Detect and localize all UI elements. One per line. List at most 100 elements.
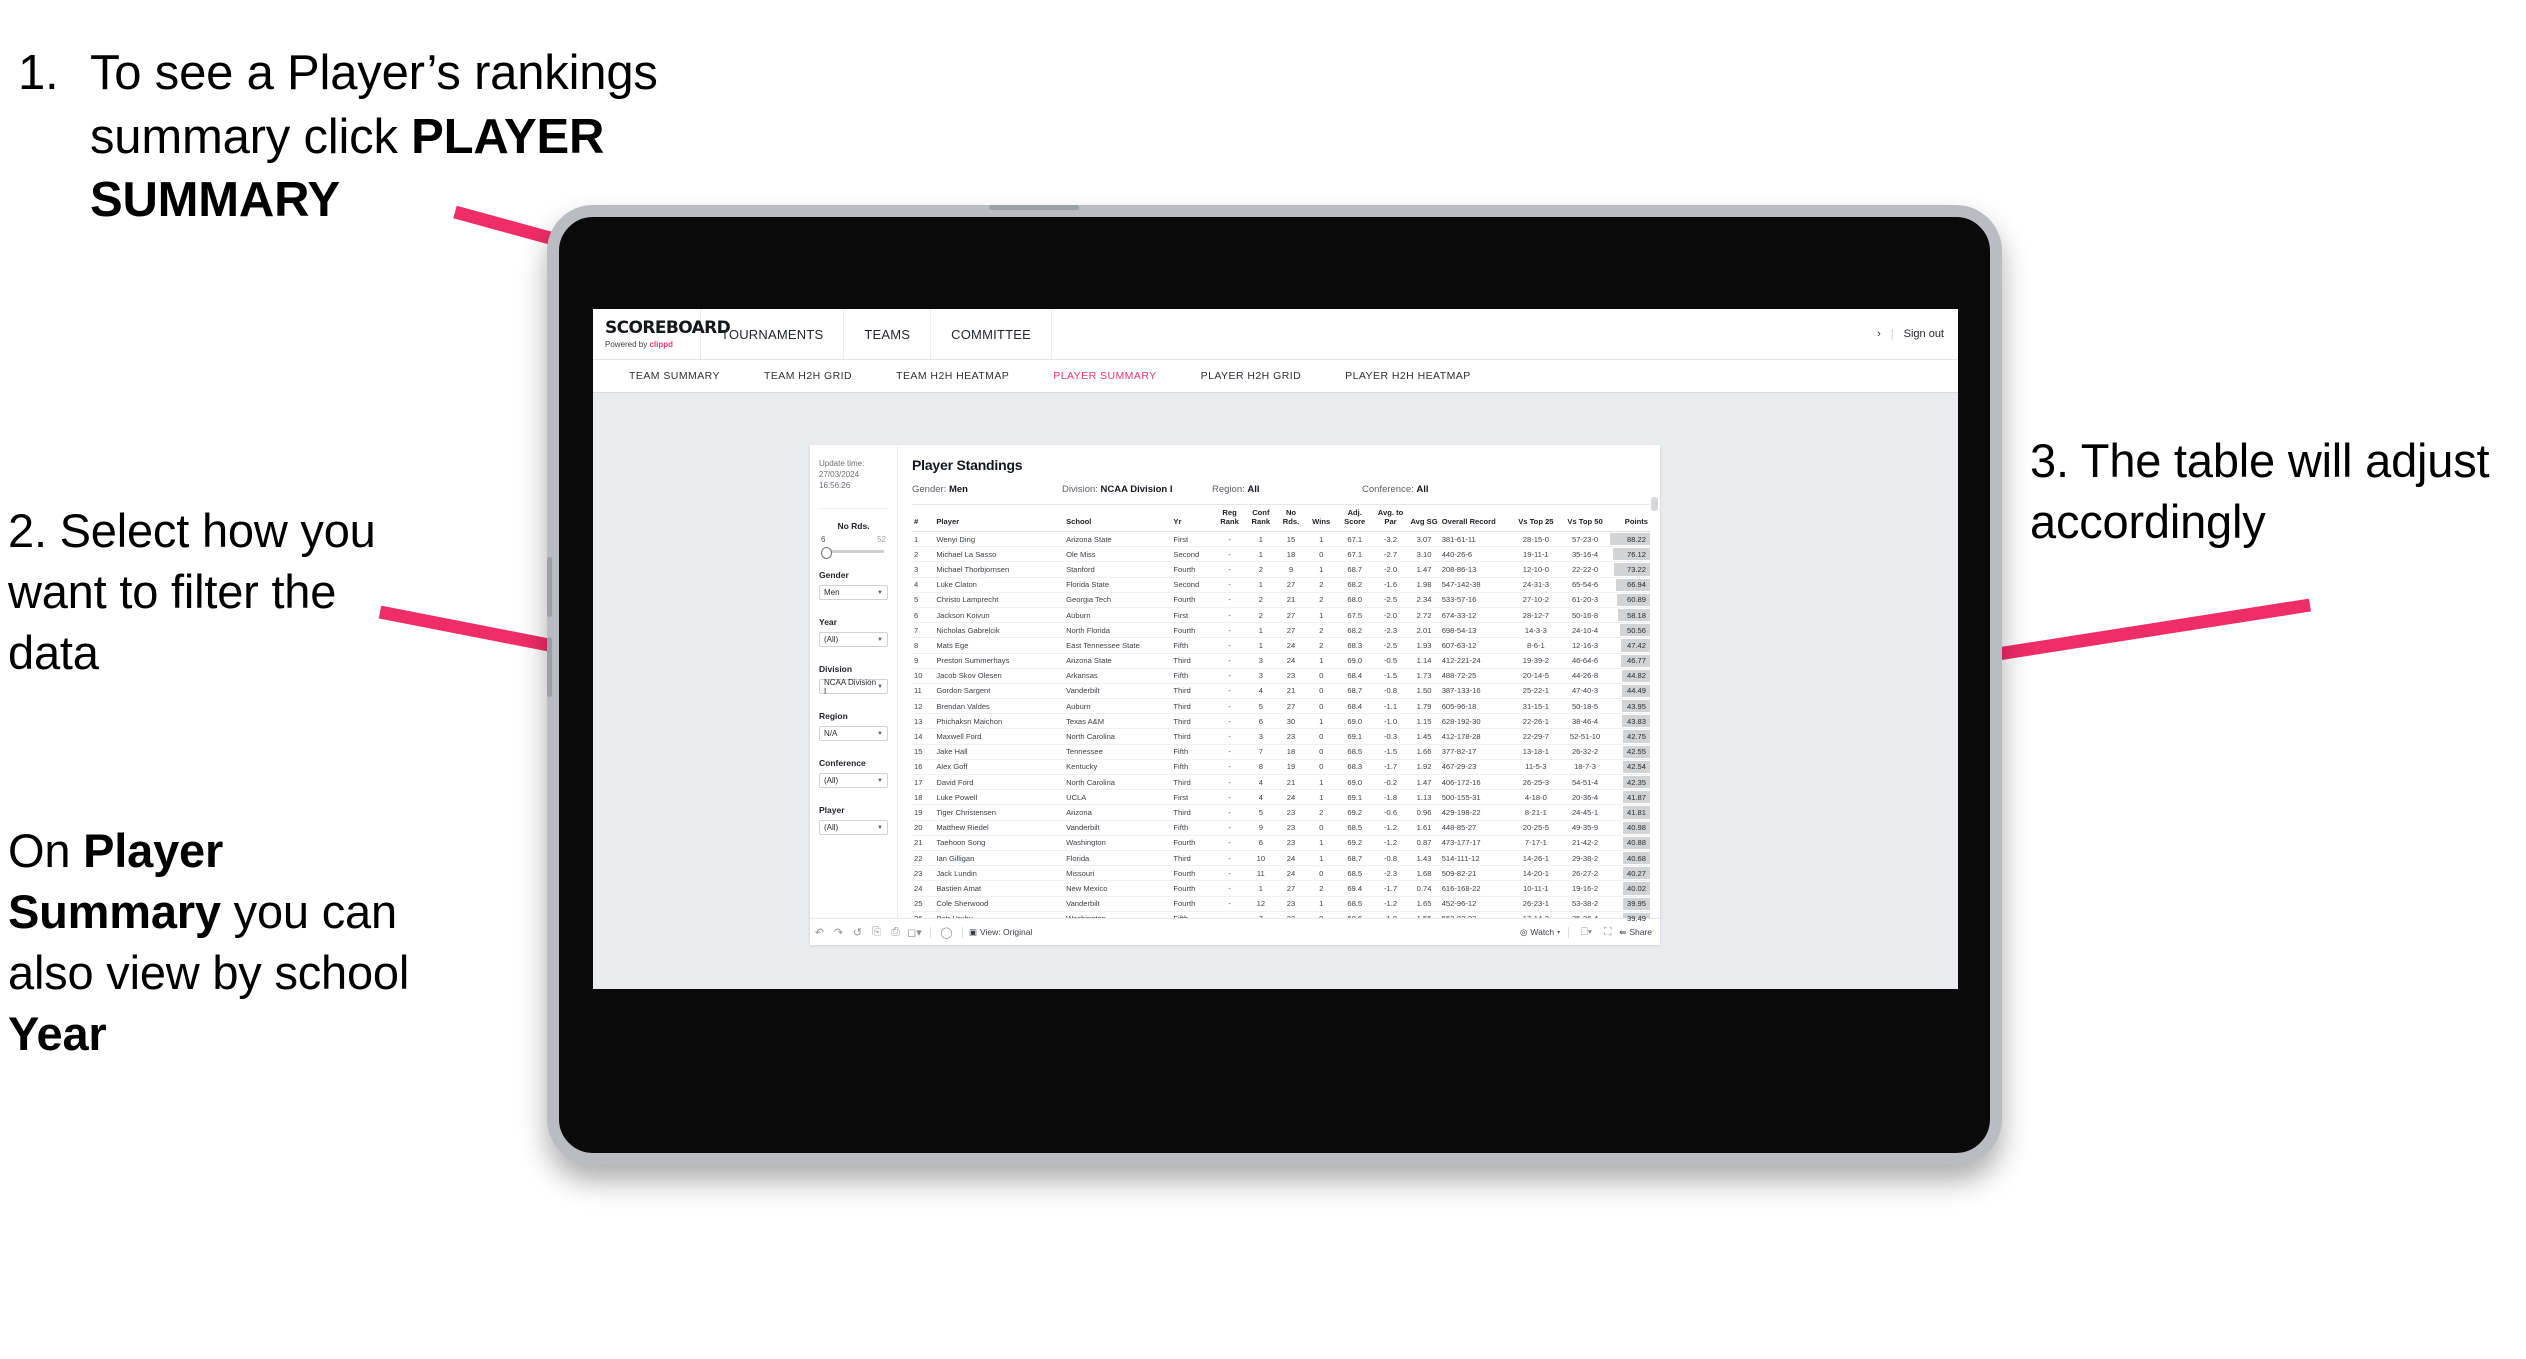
cell-reg: -: [1213, 606, 1246, 623]
col-adj-score[interactable]: Adj. Score: [1336, 505, 1373, 532]
nav-item-committee[interactable]: COMMITTEE: [931, 309, 1052, 359]
redo-icon[interactable]: ↷: [829, 926, 848, 939]
table-row[interactable]: 14 Maxwell Ford North Carolina Third -3 23 0 69…: [912, 728, 1650, 745]
slider-handle[interactable]: [821, 546, 832, 559]
table-row[interactable]: 15 Jake Hall Tennessee Fifth -7 18 0 68.5 -1.5 1.…: [912, 743, 1650, 760]
table-row[interactable]: 24 Bastien Amat New Mexico Fourth -1 27 2 69.4-…: [912, 880, 1650, 896]
filter-conference-select[interactable]: (All) ▼: [819, 773, 888, 789]
cell-adj: 68.5: [1336, 895, 1373, 912]
cell-wins: 1: [1305, 606, 1337, 623]
cell-player: Maxwell Ford: [934, 728, 1065, 745]
pause-icon[interactable]: ⎙: [886, 926, 905, 939]
cell-points: 40.98: [1609, 819, 1650, 836]
share-button[interactable]: ⇚ Share: [1619, 927, 1652, 938]
table-row[interactable]: 5 Christo Lamprecht Georgia Tech Fourth -2 21…: [912, 591, 1650, 608]
cell-record: 628-192-30: [1439, 713, 1512, 729]
table-row[interactable]: 25 Cole Sherwood Vanderbilt Fourth -12 23 1 68.…: [912, 895, 1650, 912]
filter-year-select[interactable]: (All) ▼: [819, 632, 888, 648]
table-row[interactable]: 2 Michael La Sasso Ole Miss Second -1 18 0 67.1…: [912, 546, 1650, 562]
cell-rds: 23: [1276, 728, 1306, 745]
table-row[interactable]: 10 Jacob Skov Olesen Arkansas Fifth -3 23 0 68.…: [912, 667, 1650, 684]
cell-conf: 10: [1245, 849, 1277, 866]
view-original-button[interactable]: ▣ View: Original: [969, 927, 1032, 938]
nav-item-teams[interactable]: TEAMS: [844, 309, 932, 359]
slider-values: 6 52: [819, 535, 888, 544]
table-row[interactable]: 4 Luke Claton Florida State Second -1 27 2 68.2…: [912, 576, 1650, 593]
refresh-icon[interactable]: ⎘: [867, 926, 886, 939]
col-vs-top-50[interactable]: Vs Top 50: [1560, 505, 1610, 532]
filter-region-select[interactable]: N/A ▼: [819, 726, 888, 742]
col-wins[interactable]: Wins: [1305, 505, 1337, 532]
table-vertical-scrollbar[interactable]: [1651, 497, 1658, 511]
table-row[interactable]: 13 Phichaksn Maichon Texas A&M Third -6 30 1 69…: [912, 713, 1650, 729]
table-row[interactable]: 6 Jackson Koivun Auburn First -2 27 1 67.5 -2.0 2…: [912, 606, 1650, 623]
tab-player-h2h-heatmap[interactable]: PLAYER H2H HEATMAP: [1323, 370, 1493, 382]
table-row[interactable]: 22 Ian Gilligan Florida Third -10 24 1 68.7 -0.8…: [912, 849, 1650, 866]
cell-reg: -: [1213, 743, 1246, 760]
table-row[interactable]: 20 Matthew Riedel Vanderbilt Fifth -9 23 0 68.5…: [912, 819, 1650, 836]
tab-team-summary[interactable]: TEAM SUMMARY: [607, 370, 742, 382]
meta-gender-label: Gender:: [912, 484, 947, 495]
table-row[interactable]: 17 David Ford North Carolina Third -4 21 1 69.0…: [912, 773, 1650, 790]
col-avg-to-par[interactable]: Avg. to Par: [1372, 505, 1409, 532]
table-row[interactable]: 8 Mats Ege East Tennessee State Fifth -1 24 2 6…: [912, 637, 1650, 653]
cell-t50: 38-46-4: [1560, 713, 1610, 729]
table-row[interactable]: 7 Nicholas Gabrelcik North Florida Fourth -1…: [912, 622, 1650, 638]
col-overall-record[interactable]: Overall Record: [1439, 505, 1512, 532]
col-player[interactable]: Player: [934, 505, 1065, 532]
filter-player-select[interactable]: (All) ▼: [819, 820, 888, 836]
brand-logo[interactable]: SCOREBOARD Powered by clippd: [593, 309, 731, 359]
col-rank[interactable]: #: [912, 505, 935, 532]
fullscreen-icon[interactable]: ⛶: [1598, 926, 1617, 939]
table-row[interactable]: 18 Luke Powell UCLA First -4 24 1 69.1 -1.8 1.13 5…: [912, 789, 1650, 805]
table-row[interactable]: 3 Michael Thorbjornsen Stanford Fourth -2 9 1 6…: [912, 561, 1650, 578]
tab-player-summary[interactable]: PLAYER SUMMARY: [1031, 370, 1178, 382]
table-row[interactable]: 16 Alex Goff Kentucky Fifth -8 19 0 68.3 -1.7 1.9…: [912, 758, 1650, 775]
filter-division-select[interactable]: NCAA Division I ▼: [819, 678, 888, 696]
col-conf-rank[interactable]: Conf Rank: [1245, 505, 1277, 532]
cell-t25: 22-26-1: [1511, 713, 1561, 729]
chevron-down-icon: ▼: [877, 589, 883, 596]
undo-icon[interactable]: ↶: [810, 926, 829, 939]
alerts-icon[interactable]: ◻▾: [905, 926, 924, 939]
table-row[interactable]: 21 Taehoon Song Washington Fourth -6 23 1 69.2-…: [912, 834, 1650, 851]
table-row[interactable]: 23 Jack Lundin Missouri Fourth -11 24 0 68.5 -2.…: [912, 865, 1650, 881]
col-vs-top-25[interactable]: Vs Top 25: [1511, 505, 1561, 532]
col-no-rds[interactable]: No Rds.: [1276, 505, 1306, 532]
col-points[interactable]: Points: [1609, 505, 1650, 532]
download-icon[interactable]: ⎕▾: [1577, 926, 1596, 939]
col-reg-rank[interactable]: Reg Rank: [1213, 505, 1246, 532]
cell-wins: 0: [1305, 743, 1337, 760]
table-row[interactable]: 11 Gordon Sargent Vanderbilt Third -4 21 0 68.7…: [912, 682, 1650, 699]
nav-item-tournaments[interactable]: TOURNAMENTS: [701, 309, 845, 359]
tab-team-h2h-heatmap[interactable]: TEAM H2H HEATMAP: [874, 370, 1031, 382]
slider-track[interactable]: [821, 546, 884, 559]
table-row[interactable]: 1 Wenyi Ding Arizona State First -1 15 1 67.1 -3…: [912, 530, 1650, 547]
table-row[interactable]: 19 Tiger Christensen Arizona Third -5 23 2 69.2…: [912, 804, 1650, 821]
sign-out-link[interactable]: Sign out: [1904, 328, 1944, 340]
cell-player: Ian Gilligan: [934, 849, 1065, 866]
cell-rds: 23: [1276, 834, 1306, 851]
table-row[interactable]: 12 Brendan Valdes Auburn Third -5 27 0 68.4 -1.1…: [912, 698, 1650, 714]
user-icon[interactable]: ›: [1877, 328, 1881, 340]
cell-record: 514-111-12: [1439, 849, 1512, 866]
points-value: 44.49: [1626, 686, 1646, 696]
cell-school: UCLA: [1064, 789, 1172, 805]
revert-icon[interactable]: ↺: [848, 926, 867, 939]
col-yr[interactable]: Yr: [1171, 505, 1214, 532]
cell-t50: 20-36-4: [1560, 789, 1610, 805]
cell-school: Auburn: [1064, 606, 1172, 623]
watch-button[interactable]: ◎ Watch ▾: [1520, 927, 1560, 938]
table-header-row: # Player School Yr Reg Rank Conf Rank No…: [912, 505, 1650, 532]
clock-icon[interactable]: ◯: [937, 926, 956, 939]
filter-gender-select[interactable]: Men ▼: [819, 585, 888, 601]
update-time-value: 27/03/2024 16:56:26: [819, 469, 860, 490]
col-school[interactable]: School: [1064, 505, 1172, 532]
table-row[interactable]: 9 Preston Summerhays Arizona State Third -3 2…: [912, 652, 1650, 669]
cell-adj: 67.1: [1336, 530, 1373, 547]
col-avg-sg[interactable]: Avg SG: [1408, 505, 1440, 532]
cell-reg: -: [1213, 880, 1246, 896]
points-value: 42.35: [1626, 777, 1646, 787]
tab-player-h2h-grid[interactable]: PLAYER H2H GRID: [1179, 370, 1324, 382]
tab-team-h2h-grid[interactable]: TEAM H2H GRID: [742, 370, 874, 382]
